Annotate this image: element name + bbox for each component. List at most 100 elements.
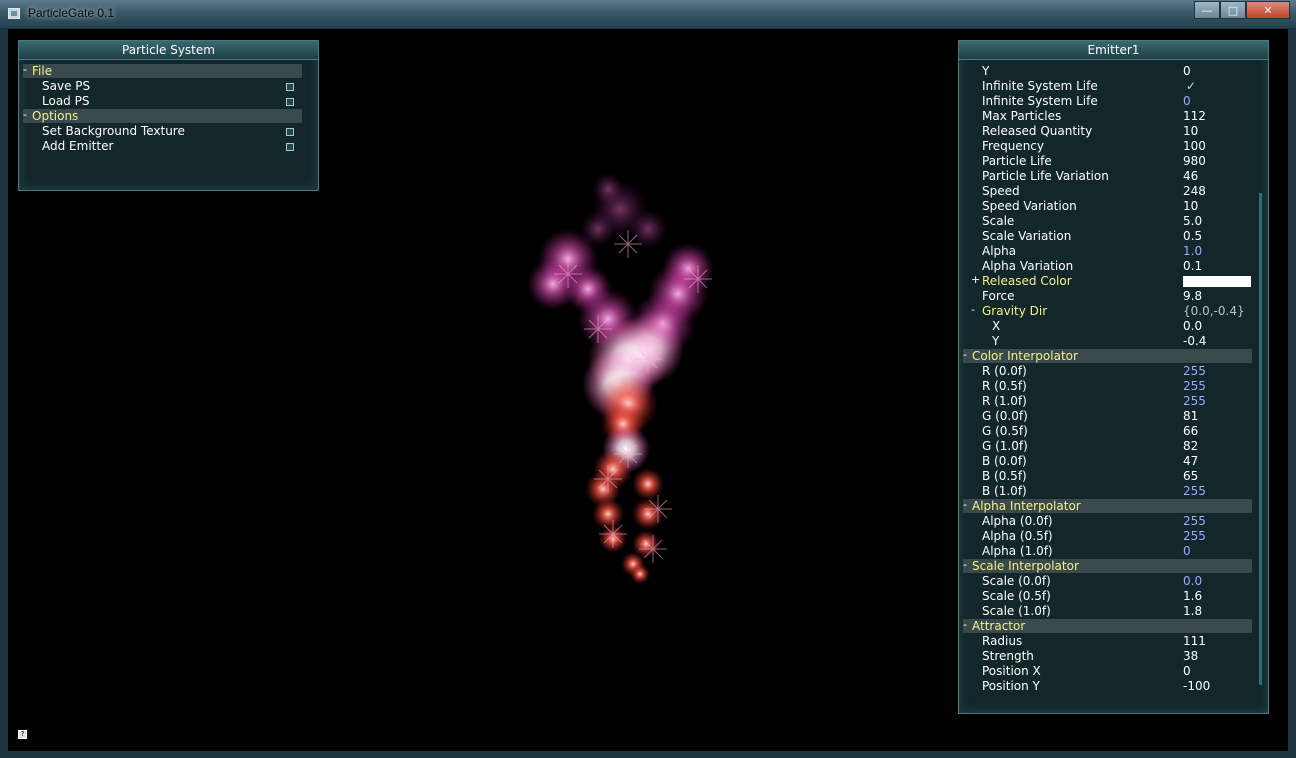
menu-item[interactable]: Set Background Texture bbox=[42, 124, 185, 139]
menu-item[interactable]: Load PS bbox=[42, 94, 89, 109]
collapse-icon[interactable]: - bbox=[23, 63, 27, 76]
section-label: Scale Interpolator bbox=[972, 559, 1079, 573]
property-label: Y bbox=[992, 334, 1000, 348]
property-label: R (1.0f) bbox=[982, 394, 1027, 408]
property-label: Particle Life bbox=[982, 154, 1052, 168]
property-label: B (0.0f) bbox=[982, 454, 1027, 468]
property-value[interactable]: 0 bbox=[1183, 544, 1191, 559]
panel-title[interactable]: Particle System bbox=[19, 41, 318, 60]
property-value[interactable]: 0.0 bbox=[1183, 574, 1202, 589]
property-label: G (1.0f) bbox=[982, 439, 1028, 453]
collapse-icon[interactable]: - bbox=[963, 558, 967, 571]
property-label: Radius bbox=[982, 634, 1023, 648]
property-value[interactable]: 82 bbox=[1183, 439, 1198, 454]
app-icon bbox=[8, 8, 20, 19]
title-bar[interactable]: ParticleGate 0.1 — □ ✕ bbox=[0, 0, 1296, 28]
particle-glow bbox=[592, 173, 624, 205]
property-value[interactable]: 255 bbox=[1183, 514, 1206, 529]
property-label: Position X bbox=[982, 664, 1041, 678]
property-value[interactable]: 81 bbox=[1183, 409, 1198, 424]
property-value[interactable]: 46 bbox=[1183, 169, 1198, 184]
property-value[interactable]: 255 bbox=[1183, 484, 1206, 499]
property-value[interactable]: 9.8 bbox=[1183, 289, 1202, 304]
property-value[interactable]: {0.0,-0.4} bbox=[1183, 304, 1245, 319]
help-icon[interactable]: ? bbox=[18, 730, 27, 739]
particle-system-panel: Particle System - File Save PS Load PS - Opti… bbox=[18, 40, 319, 191]
property-value[interactable]: -100 bbox=[1183, 679, 1210, 694]
collapse-icon[interactable]: - bbox=[963, 498, 967, 511]
property-value[interactable]: 47 bbox=[1183, 454, 1198, 469]
property-value[interactable]: 255 bbox=[1183, 529, 1206, 544]
property-value[interactable]: 0 bbox=[1183, 64, 1191, 79]
emitter-panel: Emitter1 Y 0 Infinite System Life ✓ Infinite… bbox=[958, 40, 1269, 714]
property-value[interactable]: 0 bbox=[1183, 94, 1191, 109]
property-label: Alpha (0.5f) bbox=[982, 529, 1053, 543]
property-value[interactable]: 0.0 bbox=[1183, 319, 1202, 334]
menu-item[interactable]: Add Emitter bbox=[42, 139, 113, 154]
property-value[interactable]: 100 bbox=[1183, 139, 1206, 154]
section-label: Attractor bbox=[972, 619, 1026, 633]
property-value[interactable]: 1.6 bbox=[1183, 589, 1202, 604]
collapse-icon[interactable]: - bbox=[963, 348, 967, 361]
property-value[interactable]: 255 bbox=[1183, 379, 1206, 394]
property-label: Alpha (1.0f) bbox=[982, 544, 1053, 558]
property-label: Strength bbox=[982, 649, 1034, 663]
property-value[interactable]: 255 bbox=[1183, 364, 1206, 379]
expand-icon[interactable]: + bbox=[971, 273, 980, 286]
section-header-file[interactable] bbox=[23, 64, 302, 78]
property-label: Y bbox=[982, 64, 990, 78]
property-value[interactable]: 980 bbox=[1183, 154, 1206, 169]
property-value[interactable]: 10 bbox=[1183, 199, 1198, 214]
minimize-button[interactable]: — bbox=[1194, 1, 1220, 19]
property-value[interactable]: 111 bbox=[1183, 634, 1206, 649]
checkbox[interactable] bbox=[286, 143, 294, 151]
property-label: X bbox=[992, 319, 1001, 333]
maximize-button[interactable]: □ bbox=[1220, 1, 1246, 19]
section-label: Options bbox=[32, 109, 79, 123]
checkbox[interactable] bbox=[286, 83, 294, 91]
property-value[interactable]: 66 bbox=[1183, 424, 1198, 439]
property-label: Particle Life Variation bbox=[982, 169, 1109, 183]
property-label: Scale (0.0f) bbox=[982, 574, 1051, 588]
property-value[interactable]: 38 bbox=[1183, 649, 1198, 664]
property-label: Speed Variation bbox=[982, 199, 1077, 213]
emitter-scrollbar[interactable] bbox=[1259, 193, 1262, 685]
section-label: Alpha Interpolator bbox=[972, 499, 1081, 513]
property-label: R (0.5f) bbox=[982, 379, 1027, 393]
property-value[interactable]: 255 bbox=[1183, 394, 1206, 409]
property-label: G (0.5f) bbox=[982, 424, 1028, 438]
property-value[interactable]: 1.8 bbox=[1183, 604, 1202, 619]
property-value[interactable]: 5.0 bbox=[1183, 214, 1202, 229]
menu-item[interactable]: Save PS bbox=[42, 79, 90, 94]
property-value[interactable]: 1.0 bbox=[1183, 244, 1202, 259]
close-button[interactable]: ✕ bbox=[1246, 1, 1290, 19]
property-label: Infinite System Life bbox=[982, 94, 1098, 108]
property-value[interactable]: 0 bbox=[1183, 664, 1191, 679]
checkmark-icon[interactable]: ✓ bbox=[1186, 79, 1196, 94]
property-label: Scale Variation bbox=[982, 229, 1072, 243]
property-label: Max Particles bbox=[982, 109, 1062, 123]
collapse-icon[interactable]: - bbox=[963, 618, 967, 631]
panel-title[interactable]: Emitter1 bbox=[959, 41, 1268, 60]
collapse-icon[interactable]: - bbox=[23, 108, 27, 121]
property-value[interactable]: 248 bbox=[1183, 184, 1206, 199]
property-label: Position Y bbox=[982, 679, 1040, 693]
checkbox[interactable] bbox=[286, 128, 294, 136]
property-value[interactable]: 0.5 bbox=[1183, 229, 1202, 244]
property-label: Scale bbox=[982, 214, 1015, 228]
particle-glow bbox=[632, 468, 664, 500]
property-value[interactable]: 65 bbox=[1183, 469, 1198, 484]
property-value[interactable]: 112 bbox=[1183, 109, 1206, 124]
property-value[interactable]: 10 bbox=[1183, 124, 1198, 139]
property-value[interactable]: 0.1 bbox=[1183, 259, 1202, 274]
checkbox[interactable] bbox=[286, 98, 294, 106]
property-label: Scale (1.0f) bbox=[982, 604, 1051, 618]
property-label: Frequency bbox=[982, 139, 1044, 153]
color-swatch[interactable] bbox=[1183, 276, 1251, 287]
property-value[interactable]: -0.4 bbox=[1183, 334, 1206, 349]
property-label: B (0.5f) bbox=[982, 469, 1027, 483]
collapse-icon[interactable]: - bbox=[971, 303, 975, 316]
section-label: File bbox=[32, 64, 53, 78]
window-controls: — □ ✕ bbox=[1194, 1, 1290, 20]
particle-glow bbox=[628, 209, 668, 249]
